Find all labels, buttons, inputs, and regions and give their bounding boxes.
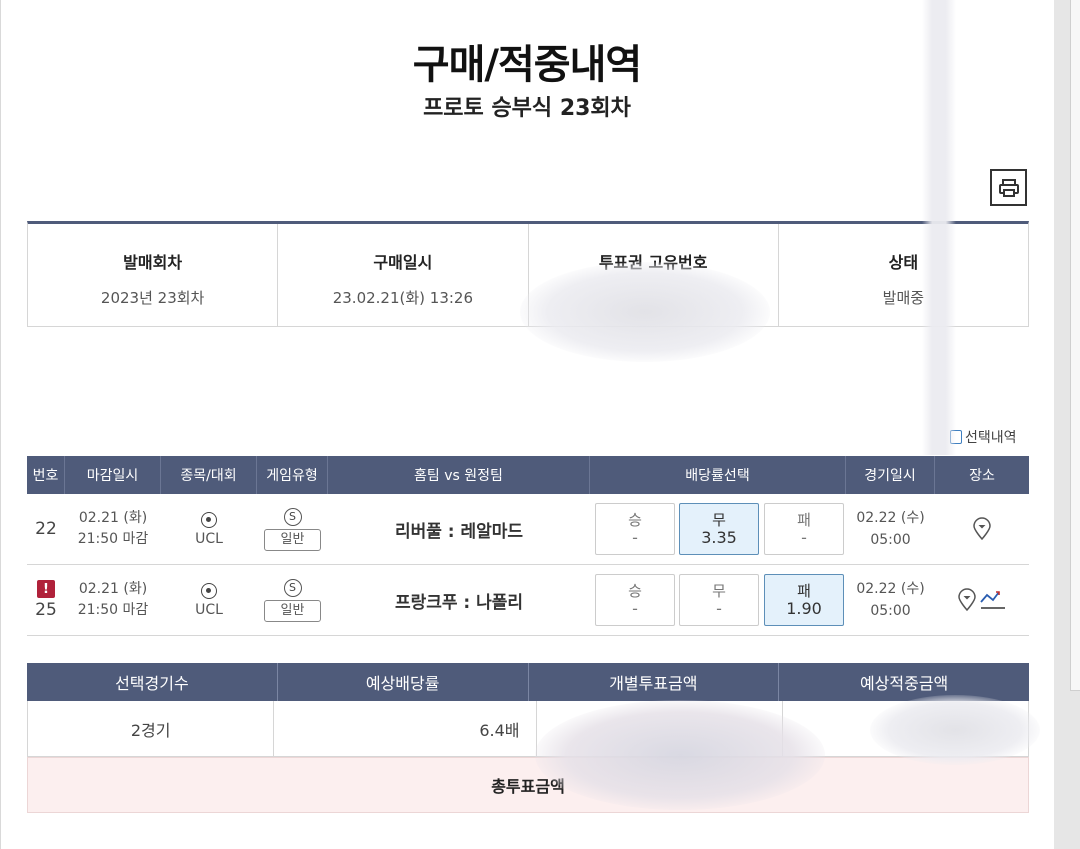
total-stake-row: 총투표금액 (27, 757, 1029, 813)
info-round-label: 발매회차 (123, 253, 183, 272)
odd-draw[interactable]: 무 - (679, 574, 759, 626)
match-table-header: 번호 마감일시 종목/대회 게임유형 홈팀 vs 원정팀 배당률선택 경기일시 … (27, 456, 1029, 494)
summary-games-value: 2경기 (28, 701, 275, 756)
location-pin-icon[interactable] (957, 588, 977, 612)
deadline-cell: 02.21 (화) 21:50 마감 (65, 494, 161, 564)
info-status-label: 상태 (888, 253, 919, 272)
sport-cell: UCL (161, 494, 257, 564)
single-badge-icon: S (283, 507, 302, 526)
odd-draw-selected[interactable]: 무 3.35 (679, 503, 759, 555)
sport-cell: UCL (161, 565, 257, 635)
col-number: 번호 (27, 456, 65, 494)
printer-icon (998, 178, 1019, 197)
odd-label: 패 (797, 511, 811, 529)
match-time: 05:00 (870, 603, 911, 619)
side-scrollbar[interactable] (1054, 0, 1080, 849)
info-purchase-date: 구매일시 23.02.21(화) 13:26 (278, 224, 529, 326)
venue-cell (935, 494, 1029, 564)
single-badge-icon: S (283, 578, 302, 597)
match-date-cell: 02.22 (수) 05:00 (846, 494, 935, 564)
odd-value: 1.90 (786, 599, 822, 618)
odd-value: - (716, 599, 722, 618)
deadline-date: 02.21 (화) (78, 510, 148, 526)
deadline-cell: 02.21 (화) 21:50 마감 (65, 565, 161, 635)
deadline-date: 02.21 (화) (78, 581, 148, 597)
odd-lose[interactable]: 패 - (764, 503, 844, 555)
match-date: 02.22 (수) (856, 510, 925, 526)
col-deadline: 마감일시 (65, 456, 161, 494)
location-pin-icon[interactable] (972, 517, 992, 541)
summary-col-expected-odds: 예상배당률 (278, 663, 529, 701)
game-type-cell: S 일반 (257, 494, 328, 564)
odd-lose-selected[interactable]: 패 1.90 (764, 574, 844, 626)
odd-label: 무 (712, 511, 726, 529)
teams-cell: 프랑크푸 : 나폴리 (328, 565, 590, 635)
redaction-blur (922, 0, 956, 455)
odd-value: - (801, 528, 807, 547)
match-time: 05:00 (870, 532, 911, 548)
col-game-type: 게임유형 (257, 456, 328, 494)
summary-col-games: 선택경기수 (27, 663, 278, 701)
page-title: 구매/적중내역 (412, 42, 642, 88)
venue-cell (935, 565, 1029, 635)
summary-odds-value: 6.4배 (274, 701, 537, 756)
teams-cell: 리버풀 : 레알마드 (328, 494, 590, 564)
match-row-22: 22 02.21 (화) 21:50 마감 UCL S 일반 리버풀 : 레알마… (27, 494, 1029, 565)
odd-value: - (632, 528, 638, 547)
selection-toggle-label: 선택내역 (965, 430, 1017, 446)
deadline-time: 21:50 마감 (77, 531, 149, 547)
match-row-25: ! 25 02.21 (화) 21:50 마감 UCL S 일반 프랑크푸 : … (27, 565, 1029, 636)
match-number: 25 (35, 600, 57, 620)
info-status: 상태 발매중 (779, 224, 1028, 326)
info-round: 발매회차 2023년 23회차 (28, 224, 279, 326)
info-status-value: 발매중 (882, 289, 925, 307)
odd-label: 무 (712, 582, 726, 600)
col-match-date: 경기일시 (846, 456, 935, 494)
redaction-blur (870, 695, 1040, 765)
odd-win[interactable]: 승 - (595, 503, 675, 555)
col-odds: 배당률선택 (590, 456, 846, 494)
odd-label: 승 (628, 582, 642, 600)
odd-value: 3.35 (701, 528, 737, 547)
info-purchase-date-label: 구매일시 (373, 253, 433, 272)
redaction-blur (535, 700, 825, 810)
info-round-value: 2023년 23회차 (100, 289, 205, 307)
match-date-cell: 02.22 (수) 05:00 (846, 565, 935, 635)
selection-toggle[interactable]: 선택내역 (950, 427, 1017, 447)
soccer-ball-icon (201, 511, 217, 528)
print-button[interactable] (990, 169, 1027, 206)
alert-icon[interactable]: ! (37, 580, 55, 598)
game-type-badge: 일반 (263, 528, 322, 551)
match-number-cell: 22 (27, 494, 65, 564)
teams-label: 프랑크푸 : 나폴리 (394, 592, 524, 613)
match-date: 02.22 (수) (856, 581, 925, 597)
teams-label: 리버풀 : 레알마드 (394, 521, 524, 542)
league-name: UCL (195, 601, 223, 618)
game-type-cell: S 일반 (257, 565, 328, 635)
scrollbar-track[interactable] (1070, 0, 1080, 691)
odd-label: 승 (628, 511, 642, 529)
match-number-cell: ! 25 (27, 565, 65, 635)
info-purchase-date-value: 23.02.21(화) 13:26 (332, 289, 474, 307)
game-type-badge: 일반 (263, 599, 322, 622)
summary-col-stake: 개별투표금액 (529, 663, 780, 701)
league-name: UCL (195, 530, 223, 547)
match-number: 22 (35, 519, 57, 539)
odd-win[interactable]: 승 - (595, 574, 675, 626)
odd-label: 패 (797, 582, 811, 600)
soccer-ball-icon (201, 582, 217, 599)
deadline-time: 21:50 마감 (77, 602, 149, 618)
summary-col-expected-payout: 예상적중금액 (859, 674, 949, 693)
stats-chart-icon[interactable] (979, 588, 1007, 612)
col-sport: 종목/대회 (161, 456, 257, 494)
odd-value: - (632, 599, 638, 618)
summary-header: 선택경기수 예상배당률 개별투표금액 예상적중금액 (27, 663, 1029, 701)
col-teams: 홈팀 vs 원정팀 (328, 456, 590, 494)
col-venue: 장소 (969, 468, 995, 484)
redaction-blur (520, 262, 770, 362)
page-subtitle: 프로토 승부식 23회차 (423, 96, 631, 121)
page-left-border (0, 0, 1, 849)
